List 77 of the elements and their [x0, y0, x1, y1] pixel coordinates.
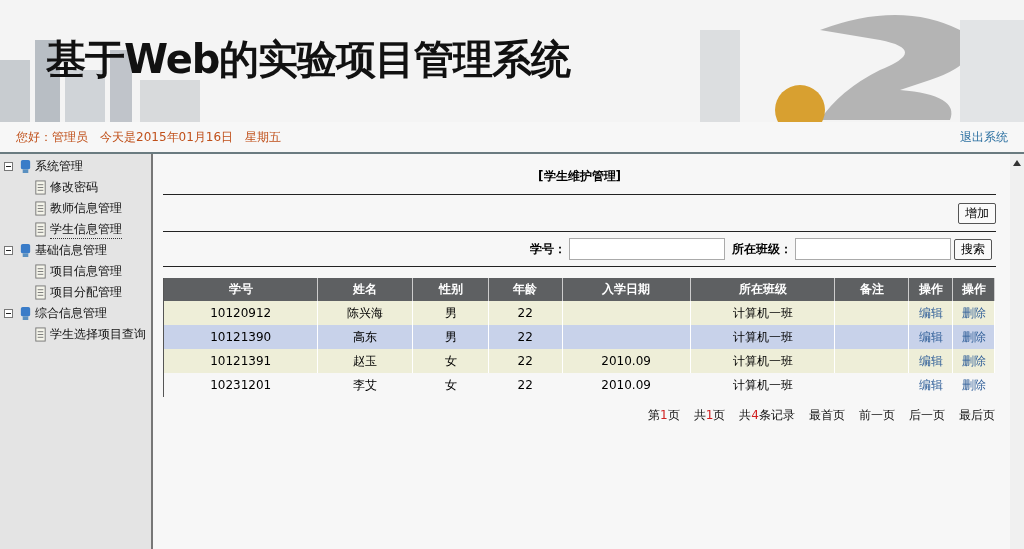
pager-link[interactable]: 第1页 — [648, 407, 680, 424]
table-cell: 2010.09 — [601, 354, 651, 368]
collapse-icon[interactable] — [4, 309, 13, 318]
column-header: 姓名 — [317, 278, 413, 301]
table-cell: 计算机一班 — [732, 329, 793, 344]
pager-link[interactable]: 最首页 — [809, 407, 845, 424]
table-cell: 女 — [444, 377, 457, 392]
table-cell: 10120912 — [210, 306, 272, 320]
delete-link[interactable]: 删除 — [961, 377, 986, 392]
tree-item[interactable]: 学生信息管理 — [50, 220, 122, 239]
collapse-icon[interactable] — [4, 162, 13, 171]
tree-group-label[interactable]: 系统管理 — [35, 158, 83, 175]
column-header: 性别 — [412, 278, 489, 301]
table-cell: 计算机一班 — [732, 353, 793, 368]
table-cell: 赵玉 — [353, 353, 378, 368]
class-field[interactable] — [795, 238, 951, 260]
collapse-icon[interactable] — [4, 246, 13, 255]
pager-link[interactable]: 后一页 — [909, 407, 945, 424]
table-row[interactable]: 10121391 赵玉 女 22 2010.09 计算机一班 编辑 删除 — [163, 349, 995, 373]
scrollbar[interactable] — [1010, 154, 1024, 549]
table-cell: 10121390 — [210, 330, 272, 344]
table-cell: 10231201 — [210, 378, 272, 392]
tree-group-label[interactable]: 综合信息管理 — [35, 305, 107, 322]
pager-link[interactable]: 共1页 — [693, 407, 726, 424]
logout-link[interactable]: 退出系统 — [960, 128, 1008, 146]
scroll-up-icon[interactable] — [1013, 160, 1021, 166]
table-cell: 男 — [444, 329, 457, 344]
pager-link[interactable]: 共4条记录 — [739, 407, 795, 424]
table-cell: 计算机一班 — [732, 305, 793, 320]
pager-link[interactable]: 前一页 — [859, 407, 895, 424]
computer-icon — [19, 306, 32, 321]
table-cell: 陈兴海 — [347, 305, 384, 320]
table-cell: 李艾 — [353, 377, 378, 392]
tree-item[interactable]: 项目分配管理 — [50, 284, 122, 301]
document-icon — [34, 285, 47, 300]
tree-item[interactable]: 教师信息管理 — [50, 200, 122, 217]
tree-item[interactable]: 项目信息管理 — [50, 263, 122, 280]
edit-link[interactable]: 编辑 — [918, 377, 943, 392]
add-button[interactable]: 增加 — [958, 202, 996, 224]
table-cell: 10121391 — [210, 354, 272, 368]
student-id-field[interactable] — [569, 238, 725, 260]
computer-icon — [19, 159, 32, 174]
column-header: 入学日期 — [562, 278, 691, 301]
document-icon — [34, 264, 47, 279]
document-icon — [34, 180, 47, 195]
table-row[interactable]: 10120912 陈兴海 男 22 计算机一班 编辑 删除 — [163, 301, 995, 325]
document-icon — [34, 327, 47, 342]
tree-item[interactable]: 学生选择项目查询 — [50, 326, 146, 343]
tree-group-label[interactable]: 基础信息管理 — [35, 242, 107, 259]
table-cell: 22 — [517, 354, 533, 368]
table-cell: 高东 — [353, 329, 378, 344]
column-header: 备注 — [835, 278, 909, 301]
field-label: 学号： — [530, 240, 566, 258]
panel-title: [学生维护管理] — [537, 168, 622, 185]
system-title: 基于Web的实验项目管理系统 — [46, 35, 571, 84]
document-icon — [34, 201, 47, 216]
table-cell: 22 — [517, 378, 533, 392]
column-header: 所在班级 — [690, 278, 835, 301]
column-header: 年龄 — [488, 278, 563, 301]
greeting-text: 您好：管理员 今天是2015年01月16日 星期五 — [16, 128, 282, 146]
pager-link[interactable]: 最后页 — [959, 407, 995, 424]
table-cell: 2010.09 — [601, 378, 651, 392]
computer-icon — [19, 243, 32, 258]
table-cell: 女 — [444, 353, 457, 368]
table-cell: 22 — [517, 330, 533, 344]
table-cell: 22 — [517, 306, 533, 320]
column-header: 操作 — [908, 278, 953, 301]
table-row[interactable]: 10121390 高东 男 22 计算机一班 编辑 删除 — [163, 325, 995, 349]
search-button[interactable]: 搜索 — [954, 238, 992, 260]
field-label: 所在班级： — [732, 240, 792, 258]
document-icon — [34, 222, 47, 237]
table-cell: 计算机一班 — [732, 377, 793, 392]
table-row[interactable]: 10231201 李艾 女 22 2010.09 计算机一班 编辑 删除 — [163, 373, 995, 397]
column-header: 操作 — [952, 278, 995, 301]
tree-item[interactable]: 修改密码 — [50, 179, 98, 196]
column-header: 学号 — [163, 278, 318, 301]
table-cell: 男 — [444, 305, 457, 320]
